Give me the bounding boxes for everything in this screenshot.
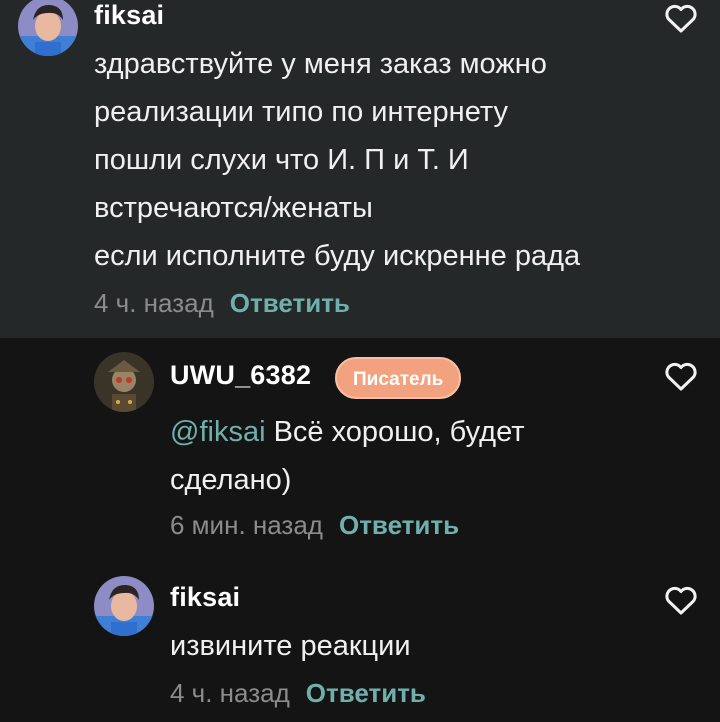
comment-text-line: @fiksai Всё хорошо, будет: [170, 408, 525, 456]
comment-item: UWU_6382 Писатель @fiksai Всё хорошо, бу…: [0, 338, 720, 564]
comment-text-line: если исполните буду искренне рада: [94, 240, 581, 272]
timestamp: 6 мин. назад: [170, 510, 323, 540]
comment-meta: 4 ч. назад Ответить: [94, 288, 350, 319]
comment-text: здравствуйте у меня заказ можно реализац…: [94, 40, 580, 280]
reply-button[interactable]: Ответить: [306, 678, 426, 709]
avatar[interactable]: [94, 576, 154, 636]
username[interactable]: fiksai: [94, 0, 164, 31]
comment-text-line: здравствуйте у меня заказ можно: [94, 48, 547, 80]
timestamp: 4 ч. назад: [94, 288, 214, 318]
avatar[interactable]: [18, 0, 78, 56]
comment-text-line: сделано): [170, 464, 292, 496]
comment-text-line: извините реакции: [170, 630, 411, 662]
username[interactable]: UWU_6382: [170, 360, 311, 391]
reply-button[interactable]: Ответить: [339, 510, 459, 541]
user-mention-link[interactable]: @fiksai: [170, 416, 266, 448]
reply-button[interactable]: Ответить: [230, 288, 350, 319]
comment-text-fragment: Всё хорошо, будет: [273, 416, 525, 448]
heart-outline-icon[interactable]: [664, 586, 698, 616]
comment-meta: 6 мин. назад Ответить: [170, 510, 459, 541]
comment-text-line: пошли слухи что И. П и Т. И: [94, 144, 469, 176]
comment-text: извините реакции: [170, 622, 411, 670]
comment-meta: 4 ч. назад Ответить: [170, 678, 426, 709]
heart-outline-icon[interactable]: [664, 362, 698, 392]
heart-outline-icon[interactable]: [664, 4, 698, 34]
comment-text-line: реализации типо по интернету: [94, 96, 508, 128]
comment-text: @fiksai Всё хорошо, будет сделано): [170, 408, 525, 504]
writer-badge: Писатель: [335, 357, 462, 399]
avatar[interactable]: [94, 352, 154, 412]
comment-item: fiksai здравствуйте у меня заказ можно р…: [0, 0, 720, 338]
comment-text-line: встречаются/женаты: [94, 192, 373, 224]
timestamp: 4 ч. назад: [170, 678, 290, 708]
comment-item: fiksai извините реакции 4 ч. назад Ответ…: [0, 564, 720, 722]
username[interactable]: fiksai: [170, 582, 240, 613]
